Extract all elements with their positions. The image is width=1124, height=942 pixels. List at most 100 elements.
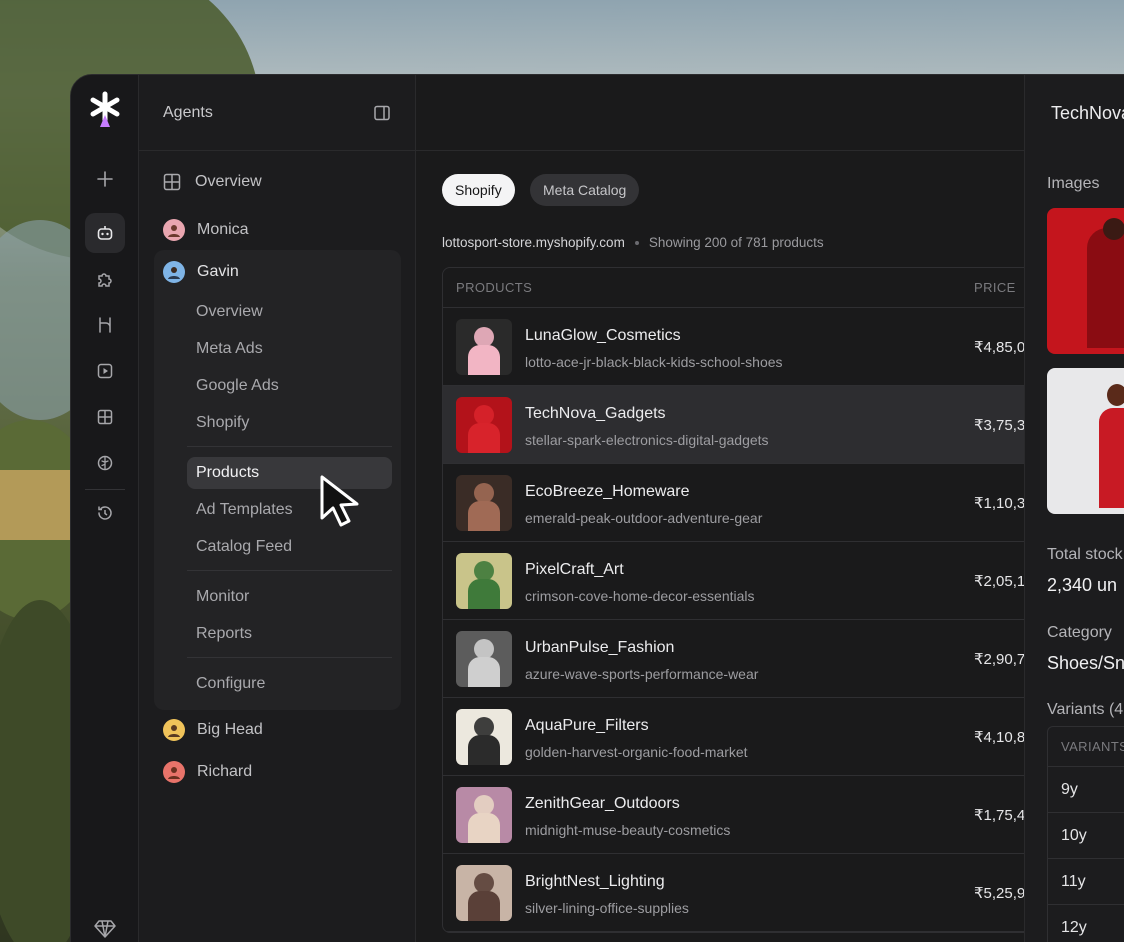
product-slug: midnight-muse-beauty-cosmetics bbox=[525, 822, 731, 838]
history-icon[interactable] bbox=[85, 493, 125, 533]
table-row[interactable]: AquaPure_Filters golden-harvest-organic-f… bbox=[443, 698, 1041, 776]
product-price: ₹4,85,0 bbox=[974, 339, 1026, 356]
add-icon[interactable] bbox=[85, 159, 125, 199]
product-thumbnail bbox=[456, 475, 512, 531]
puzzle-icon[interactable] bbox=[85, 259, 125, 299]
avatar bbox=[163, 261, 185, 283]
variant-row[interactable]: 12y bbox=[1048, 905, 1124, 942]
agent-monica[interactable]: Monica bbox=[163, 219, 249, 241]
agent-richard[interactable]: Richard bbox=[163, 761, 252, 783]
sub-item-products[interactable]: Products bbox=[196, 464, 259, 482]
product-thumbnail bbox=[456, 709, 512, 765]
app-logo-icon bbox=[90, 91, 120, 127]
product-name: BrightNest_Lighting bbox=[525, 873, 665, 890]
product-thumbnail bbox=[456, 397, 512, 453]
product-price: ₹1,10,3 bbox=[974, 495, 1026, 512]
table-row[interactable]: UrbanPulse_Fashion azure-wave-sports-perf… bbox=[443, 620, 1041, 698]
sub-item-reports[interactable]: Reports bbox=[196, 625, 252, 643]
product-name: LunaGlow_Cosmetics bbox=[525, 327, 681, 344]
app-window: Agents Overview Monica Gavin Overview Me… bbox=[70, 74, 1124, 942]
variants-label: Variants (4 bbox=[1047, 701, 1124, 718]
diamond-icon[interactable] bbox=[85, 909, 125, 942]
product-name: EcoBreeze_Homeware bbox=[525, 483, 690, 500]
flow-icon[interactable] bbox=[85, 305, 125, 345]
product-slug: silver-lining-office-supplies bbox=[525, 900, 689, 916]
grid-icon[interactable] bbox=[85, 397, 125, 437]
product-name: AquaPure_Filters bbox=[525, 717, 649, 734]
sub-item-google-ads[interactable]: Google Ads bbox=[196, 377, 279, 395]
avatar bbox=[163, 761, 185, 783]
sub-item-configure[interactable]: Configure bbox=[196, 675, 265, 693]
product-price: ₹2,05,1 bbox=[974, 573, 1026, 590]
avatar bbox=[163, 719, 185, 741]
product-image[interactable] bbox=[1047, 368, 1124, 514]
product-price: ₹1,75,4 bbox=[974, 807, 1026, 824]
icon-rail bbox=[71, 75, 139, 942]
brain-icon[interactable] bbox=[85, 443, 125, 483]
product-thumbnail bbox=[456, 553, 512, 609]
tab-shopify[interactable]: Shopify bbox=[442, 174, 515, 206]
avatar bbox=[163, 219, 185, 241]
product-name: TechNova_Gadgets bbox=[525, 405, 666, 422]
col-price: PRICE bbox=[974, 280, 1016, 295]
sidebar-item-overview[interactable]: Overview bbox=[163, 173, 262, 191]
product-thumbnail bbox=[456, 319, 512, 375]
product-price: ₹4,10,8 bbox=[974, 729, 1026, 746]
variant-row[interactable]: 11y bbox=[1048, 859, 1124, 905]
stock-label: Total stock bbox=[1047, 546, 1123, 563]
table-row[interactable]: EcoBreeze_Homeware emerald-peak-outdoor-a… bbox=[443, 464, 1041, 542]
agent-gavin[interactable]: Gavin bbox=[163, 261, 239, 283]
products-table: PRODUCTS PRICE LunaGlow_Cosmetics lotto-a… bbox=[442, 267, 1042, 933]
play-icon[interactable] bbox=[85, 351, 125, 391]
agent-name: Big Head bbox=[197, 721, 263, 738]
agents-sidebar: Agents Overview Monica Gavin Overview Me… bbox=[139, 75, 416, 942]
product-image[interactable] bbox=[1047, 208, 1124, 354]
product-thumbnail bbox=[456, 787, 512, 843]
table-row[interactable]: TechNova_Gadgets stellar-spark-electronic… bbox=[443, 386, 1041, 464]
sub-item-catalog-feed[interactable]: Catalog Feed bbox=[196, 538, 292, 556]
product-slug: azure-wave-sports-performance-wear bbox=[525, 666, 759, 682]
variant-row[interactable]: 10y bbox=[1048, 813, 1124, 859]
product-count: Showing 200 of 781 products bbox=[648, 235, 824, 250]
sub-item-ad-templates[interactable]: Ad Templates bbox=[196, 501, 293, 519]
products-panel: Shopify Meta Catalog lottosport-store.my… bbox=[416, 75, 1042, 942]
agents-bot-icon[interactable] bbox=[85, 213, 125, 253]
table-row[interactable]: LunaGlow_Cosmetics lotto-ace-jr-black-bla… bbox=[443, 308, 1041, 386]
product-slug: emerald-peak-outdoor-adventure-gear bbox=[525, 510, 763, 526]
col-products: PRODUCTS bbox=[456, 280, 533, 295]
store-domain: lottosport-store.myshopify.com bbox=[442, 235, 625, 250]
tab-meta-catalog[interactable]: Meta Catalog bbox=[530, 174, 640, 206]
table-header: PRODUCTS PRICE bbox=[443, 268, 1041, 308]
store-info: lottosport-store.myshopify.com Showing 2… bbox=[442, 235, 824, 250]
table-row[interactable]: PixelCraft_Art crimson-cove-home-decor-es… bbox=[443, 542, 1041, 620]
images-label: Images bbox=[1047, 175, 1100, 192]
table-row[interactable]: BrightNest_Lighting silver-lining-office-… bbox=[443, 854, 1041, 932]
agent-name: Gavin bbox=[197, 263, 239, 280]
product-name: PixelCraft_Art bbox=[525, 561, 624, 578]
grid-icon bbox=[163, 173, 181, 191]
product-price: ₹3,75,3 bbox=[974, 417, 1026, 434]
mouse-cursor-icon bbox=[320, 475, 359, 527]
product-slug: golden-harvest-organic-food-market bbox=[525, 744, 748, 760]
product-slug: lotto-ace-jr-black-black-kids-school-sho… bbox=[525, 354, 783, 370]
agent-big-head[interactable]: Big Head bbox=[163, 719, 263, 741]
panel-toggle-icon[interactable] bbox=[373, 104, 391, 122]
product-name: UrbanPulse_Fashion bbox=[525, 639, 675, 656]
sub-item-meta-ads[interactable]: Meta Ads bbox=[196, 340, 263, 358]
variant-row[interactable]: 9y bbox=[1048, 767, 1124, 813]
sub-item-shopify[interactable]: Shopify bbox=[196, 414, 249, 432]
product-thumbnail bbox=[456, 631, 512, 687]
product-thumbnail bbox=[456, 865, 512, 921]
table-row[interactable]: ZenithGear_Outdoors midnight-muse-beauty-… bbox=[443, 776, 1041, 854]
sub-item-overview[interactable]: Overview bbox=[196, 303, 263, 321]
stock-value: 2,340 un bbox=[1047, 575, 1118, 595]
sub-item-monitor[interactable]: Monitor bbox=[196, 588, 249, 606]
product-slug: crimson-cove-home-decor-essentials bbox=[525, 588, 755, 604]
product-price: ₹2,90,7 bbox=[974, 651, 1026, 668]
product-price: ₹5,25,9 bbox=[974, 885, 1026, 902]
agent-name: Richard bbox=[197, 763, 253, 780]
category-label: Category bbox=[1047, 624, 1112, 641]
product-name: ZenithGear_Outdoors bbox=[525, 795, 680, 812]
agent-name: Monica bbox=[197, 221, 249, 238]
category-value: Shoes/Sn bbox=[1047, 653, 1124, 673]
